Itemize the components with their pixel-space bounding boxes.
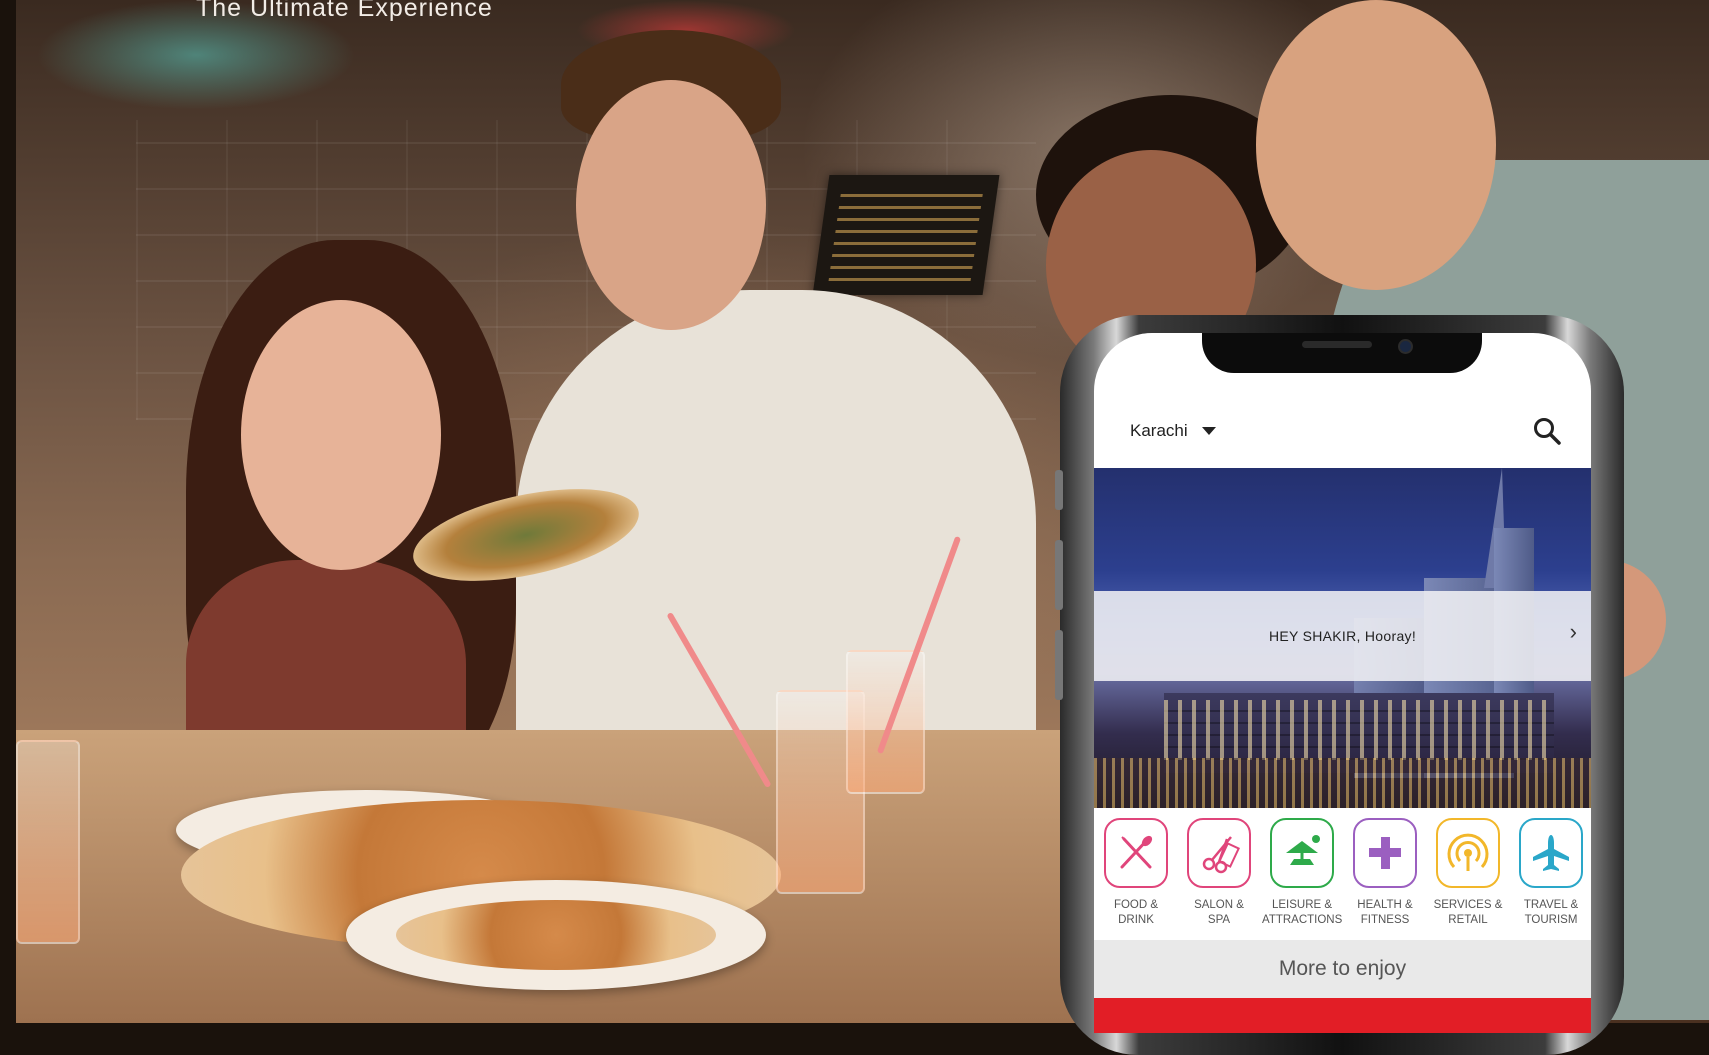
category-label: FOOD & DRINK — [1113, 899, 1159, 926]
category-label: HEALTH & FITNESS — [1357, 899, 1413, 926]
scissors-comb-icon — [1187, 818, 1251, 888]
category-label: SALON & SPA — [1194, 899, 1244, 926]
category-travel-tourism[interactable]: TRAVEL & TOURISM — [1511, 818, 1591, 928]
category-health-fitness[interactable]: HEALTH & FITNESS — [1345, 818, 1425, 928]
speaker-grille — [1302, 341, 1372, 348]
promo-banner[interactable]: HEY SHAKIR, Hooray! › — [1094, 468, 1591, 808]
woman-left-face — [241, 300, 441, 570]
man-right-face — [1256, 0, 1496, 290]
phone-volume-button — [1055, 540, 1063, 610]
chevron-right-icon[interactable]: › — [1570, 619, 1577, 645]
category-label: SERVICES & RETAIL — [1433, 899, 1503, 926]
mall-lights — [1164, 700, 1554, 760]
search-button[interactable] — [1531, 415, 1563, 447]
search-icon — [1534, 418, 1561, 445]
phone-notch — [1202, 333, 1482, 373]
category-label: TRAVEL & TOURISM — [1523, 899, 1579, 926]
city-selector-value: Karachi — [1130, 420, 1188, 440]
category-label: LEISURE & ATTRACTIONS — [1262, 899, 1343, 926]
beach-chair-icon — [1270, 818, 1334, 888]
greeting-band: HEY SHAKIR, Hooray! › — [1094, 591, 1591, 681]
front-camera — [1398, 339, 1413, 354]
glass — [16, 740, 80, 944]
greeting-text: HEY SHAKIR, Hooray! — [1268, 628, 1417, 644]
more-to-enjoy-button[interactable]: More to enjoy — [1094, 940, 1591, 998]
phone-volume-button — [1055, 630, 1063, 700]
man-center-face — [576, 80, 766, 330]
phone-screen: Karachi HEY SHAKIR, Hooray! › FOOD & DRI… — [1094, 333, 1591, 1033]
category-services-retail[interactable]: SERVICES & RETAIL — [1428, 818, 1508, 928]
pizza — [396, 900, 716, 970]
tagline: The Ultimate Experience — [196, 0, 493, 22]
city-selector[interactable]: Karachi — [1130, 393, 1216, 468]
fork-knife-icon — [1104, 818, 1168, 888]
category-row: FOOD & DRINK SALON & SPA LEISURE & ATTRA… — [1094, 808, 1591, 938]
airplane-icon — [1519, 818, 1583, 888]
category-food-drink[interactable]: FOOD & DRINK — [1096, 818, 1176, 928]
app-bar: Karachi — [1094, 393, 1591, 468]
street-lights — [1094, 758, 1591, 808]
chevron-down-icon — [1201, 426, 1216, 435]
glass — [846, 650, 925, 794]
accent-bar — [1094, 998, 1591, 1033]
category-leisure-attractions[interactable]: LEISURE & ATTRACTIONS — [1262, 818, 1342, 928]
plus-icon — [1353, 818, 1417, 888]
phone-volume-button — [1055, 470, 1063, 510]
menu-board — [812, 175, 1000, 295]
category-salon-spa[interactable]: SALON & SPA — [1179, 818, 1259, 928]
signal-icon — [1436, 818, 1500, 888]
